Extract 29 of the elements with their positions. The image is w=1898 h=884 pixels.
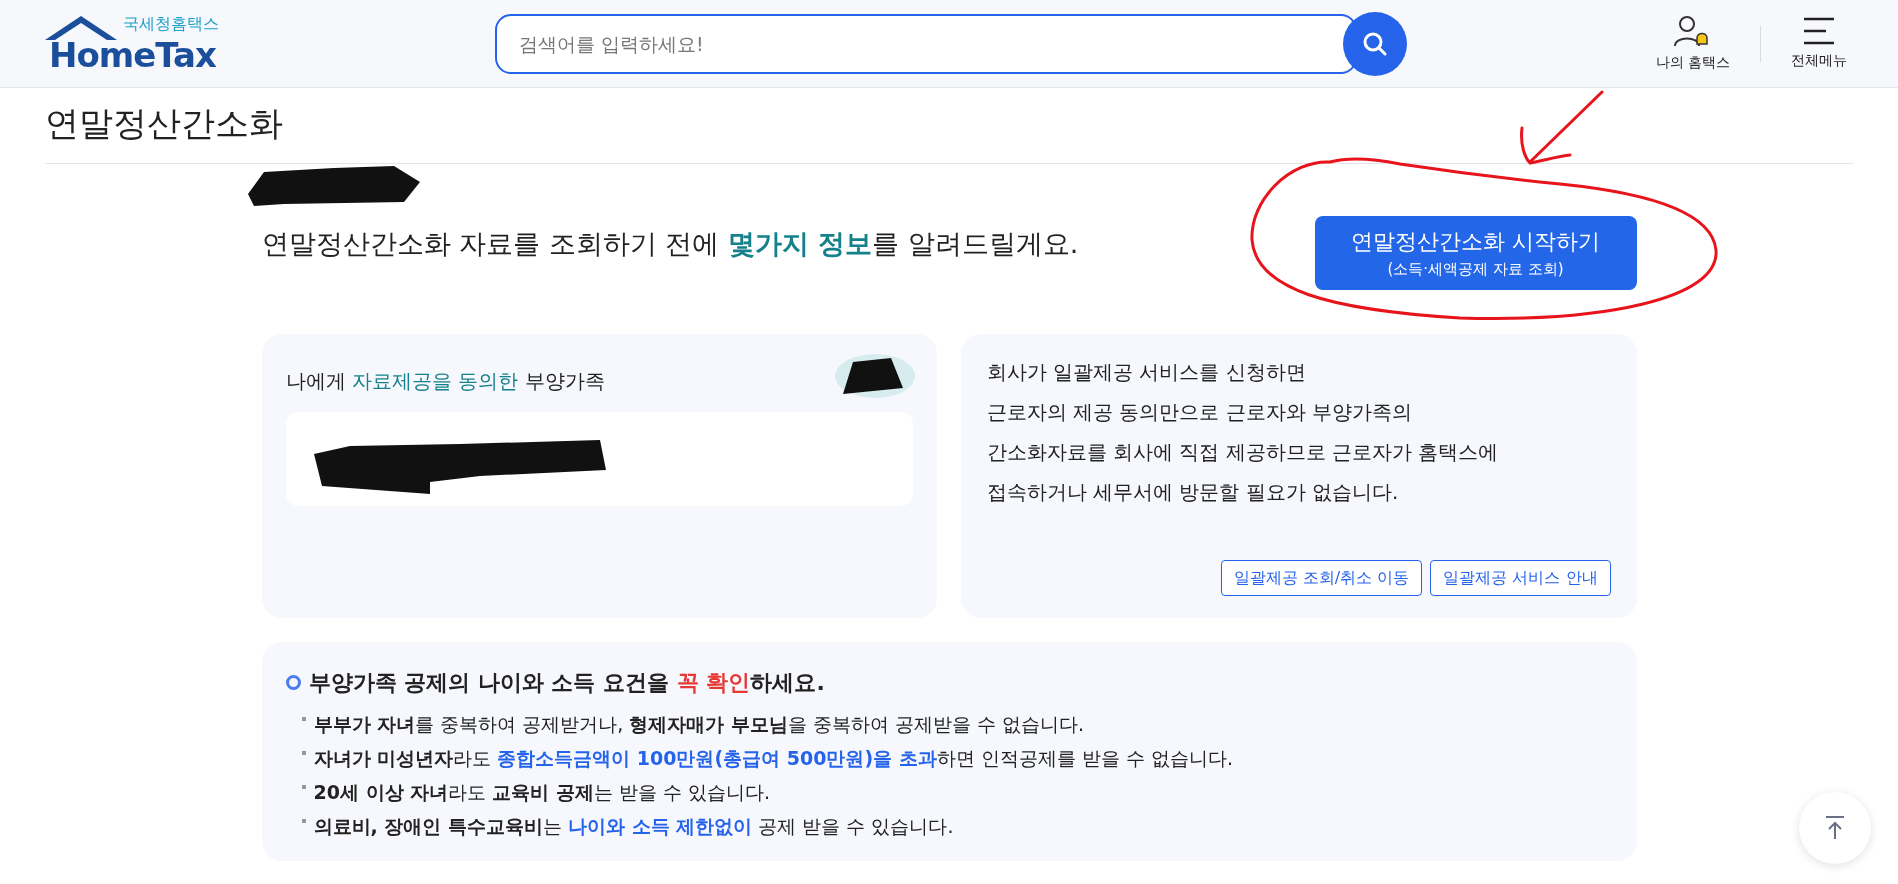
my-hometax-button[interactable]: 나의 홈택스 <box>1649 13 1736 74</box>
info-text-line: 회사가 일괄제공 서비스를 신청하면 <box>986 359 1307 386</box>
search-field[interactable]: 검색어를 입력하세요! <box>495 13 1357 74</box>
notice-item: 부부가 자녀를 중복하여 공제받거나, 형제자매가 부모님을 중복하여 공제받을 수 없습니다. <box>313 712 1085 737</box>
logo-name[interactable]: HomeTax <box>49 37 216 72</box>
link-button[interactable]: 일괄제공 서비스 안내 <box>1430 560 1611 596</box>
logo-caption: 국세청홈택스 <box>123 15 219 32</box>
menu-icon <box>1802 16 1836 46</box>
notice-heading: 부양가족 공제의 나이와 소득 요건을 꼭 확인하세요. <box>308 669 825 697</box>
card-title: 나에게 자료제공을 동의한 부양가족 <box>285 368 605 395</box>
info-text-line: 접속하거나 세무서에 방문할 필요가 없습니다. <box>986 479 1400 506</box>
notice-item: 20세 이상 자녀라도 교육비 공제는 받을 수 있습니다. <box>313 780 770 805</box>
link-button[interactable]: 일괄제공 조회/취소 이동 <box>1220 560 1423 596</box>
info-text-line: 근로자의 제공 동의만으로 근로자와 부양가족의 <box>986 399 1413 426</box>
menu-button[interactable]: 전체메뉴 <box>1785 15 1853 72</box>
house-logo-icon <box>45 15 117 40</box>
notice-item: 의료비, 장애인 특수교육비는 나이와 소득 제한없이 공제 받을 수 있습니다. <box>313 814 954 839</box>
arrow-up-icon <box>1823 815 1847 841</box>
bullet-icon <box>285 675 301 690</box>
start-button[interactable]: 연말정산간소화 시작하기 (소득·세액공제 자료 조회) <box>1314 216 1637 290</box>
bullet-icon <box>301 751 306 755</box>
page-title: 연말정산간소화 <box>45 103 283 143</box>
bullet-icon <box>301 717 306 721</box>
search-icon <box>1362 30 1388 57</box>
bullet-icon <box>301 785 306 789</box>
info-text-line: 간소화자료를 회사에 직접 제공하므로 근로자가 홈택스에 <box>986 439 1500 466</box>
intro-text: 연말정산간소화 자료를 조회하기 전에 몇가지 정보를 알려드릴게요. <box>261 227 1079 261</box>
bullet-icon <box>301 819 306 823</box>
notice-item: 자녀가 미성년자라도 종합소득금액이 100만원(총급여 500만원)을 초과하면 인적공제를 받을 수 없습니다. <box>313 746 1233 771</box>
